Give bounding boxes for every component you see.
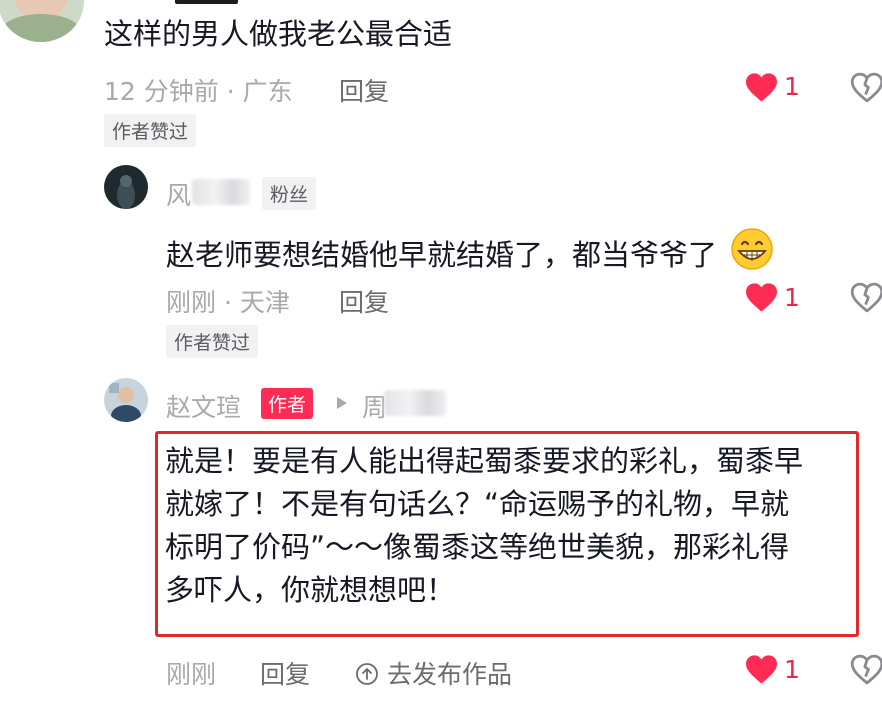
heart-icon xyxy=(746,283,777,312)
comment-text: 赵老师要想结婚他早就结婚了，都当爷爷了 xyxy=(166,227,774,278)
comment-text-line: 就嫁了！不是有句话么？“命运赐予的礼物，早就 xyxy=(165,487,790,521)
like-count: 1 xyxy=(784,283,800,312)
dislike-button[interactable] xyxy=(850,282,882,313)
comment-meta: 刚刚 · 天津 xyxy=(166,283,290,319)
comment-time: 刚刚 xyxy=(166,288,217,317)
post-work-label: 去发布作品 xyxy=(386,660,512,689)
arrow-up-circle-icon xyxy=(355,662,379,692)
comment-text-line: 就是！要是有人能出得起蜀黍要求的彩礼，蜀黍早 xyxy=(165,444,804,478)
comment-text: 这样的男人做我老公最合适 xyxy=(104,17,453,51)
like-button[interactable] xyxy=(744,72,779,103)
avatar[interactable] xyxy=(104,165,148,209)
comment-text: 就是！要是有人能出得起蜀黍要求的彩礼，蜀黍早 就嫁了！不是有句话么？“命运赐予的… xyxy=(165,440,855,612)
author-username[interactable]: 赵文瑄 xyxy=(166,388,241,424)
avatar-image xyxy=(104,378,148,422)
reply-button[interactable]: 回复 xyxy=(260,655,310,691)
comment-meta: 12 分钟前 · 广东 xyxy=(104,72,293,108)
avatar-image xyxy=(104,165,148,209)
author-liked-tag: 作者赞过 xyxy=(104,114,197,147)
meta-separator: · xyxy=(226,77,235,106)
comment-time: 刚刚 xyxy=(166,660,217,689)
meta-separator: · xyxy=(223,288,232,317)
grin-emoji-icon xyxy=(731,228,773,270)
broken-heart-icon xyxy=(850,654,882,685)
comment-time: 12 分钟前 xyxy=(104,77,219,106)
like-button[interactable] xyxy=(744,654,779,685)
broken-heart-icon xyxy=(850,72,882,103)
reply-button[interactable]: 回复 xyxy=(339,72,389,108)
grin-emoji xyxy=(730,227,774,278)
triangle-right-icon xyxy=(336,395,348,414)
comment-text-line: 标明了价码”～～像蜀黍这等绝世美貌，那彩礼得 xyxy=(165,530,790,564)
heart-icon xyxy=(746,655,777,684)
like-button[interactable] xyxy=(744,282,779,313)
like-count: 1 xyxy=(784,655,800,684)
username[interactable]: 风 xyxy=(166,176,191,212)
comment-text-content: 赵老师要想结婚他早就结婚了，都当爷爷了 xyxy=(166,238,718,272)
avatar[interactable] xyxy=(0,0,84,42)
like-count: 1 xyxy=(784,72,800,101)
fan-tag: 粉丝 xyxy=(262,177,317,210)
blurred-username xyxy=(192,179,250,205)
comment-location: 天津 xyxy=(239,288,290,317)
comment-text-line: 多吓人，你就想想吧！ xyxy=(165,573,456,607)
blurred-username xyxy=(384,390,446,416)
dislike-button[interactable] xyxy=(850,654,882,685)
heart-icon xyxy=(746,73,777,102)
top-indicator xyxy=(175,0,238,4)
author-tag: 作者 xyxy=(261,388,314,419)
post-work-link[interactable]: 去发布作品 xyxy=(355,655,512,692)
avatar[interactable] xyxy=(104,378,148,422)
dislike-button[interactable] xyxy=(850,72,882,103)
reply-button[interactable]: 回复 xyxy=(339,283,389,319)
broken-heart-icon xyxy=(850,282,882,313)
avatar-image xyxy=(0,0,84,42)
comment-location: 广东 xyxy=(242,77,293,106)
author-liked-tag: 作者赞过 xyxy=(166,325,259,358)
